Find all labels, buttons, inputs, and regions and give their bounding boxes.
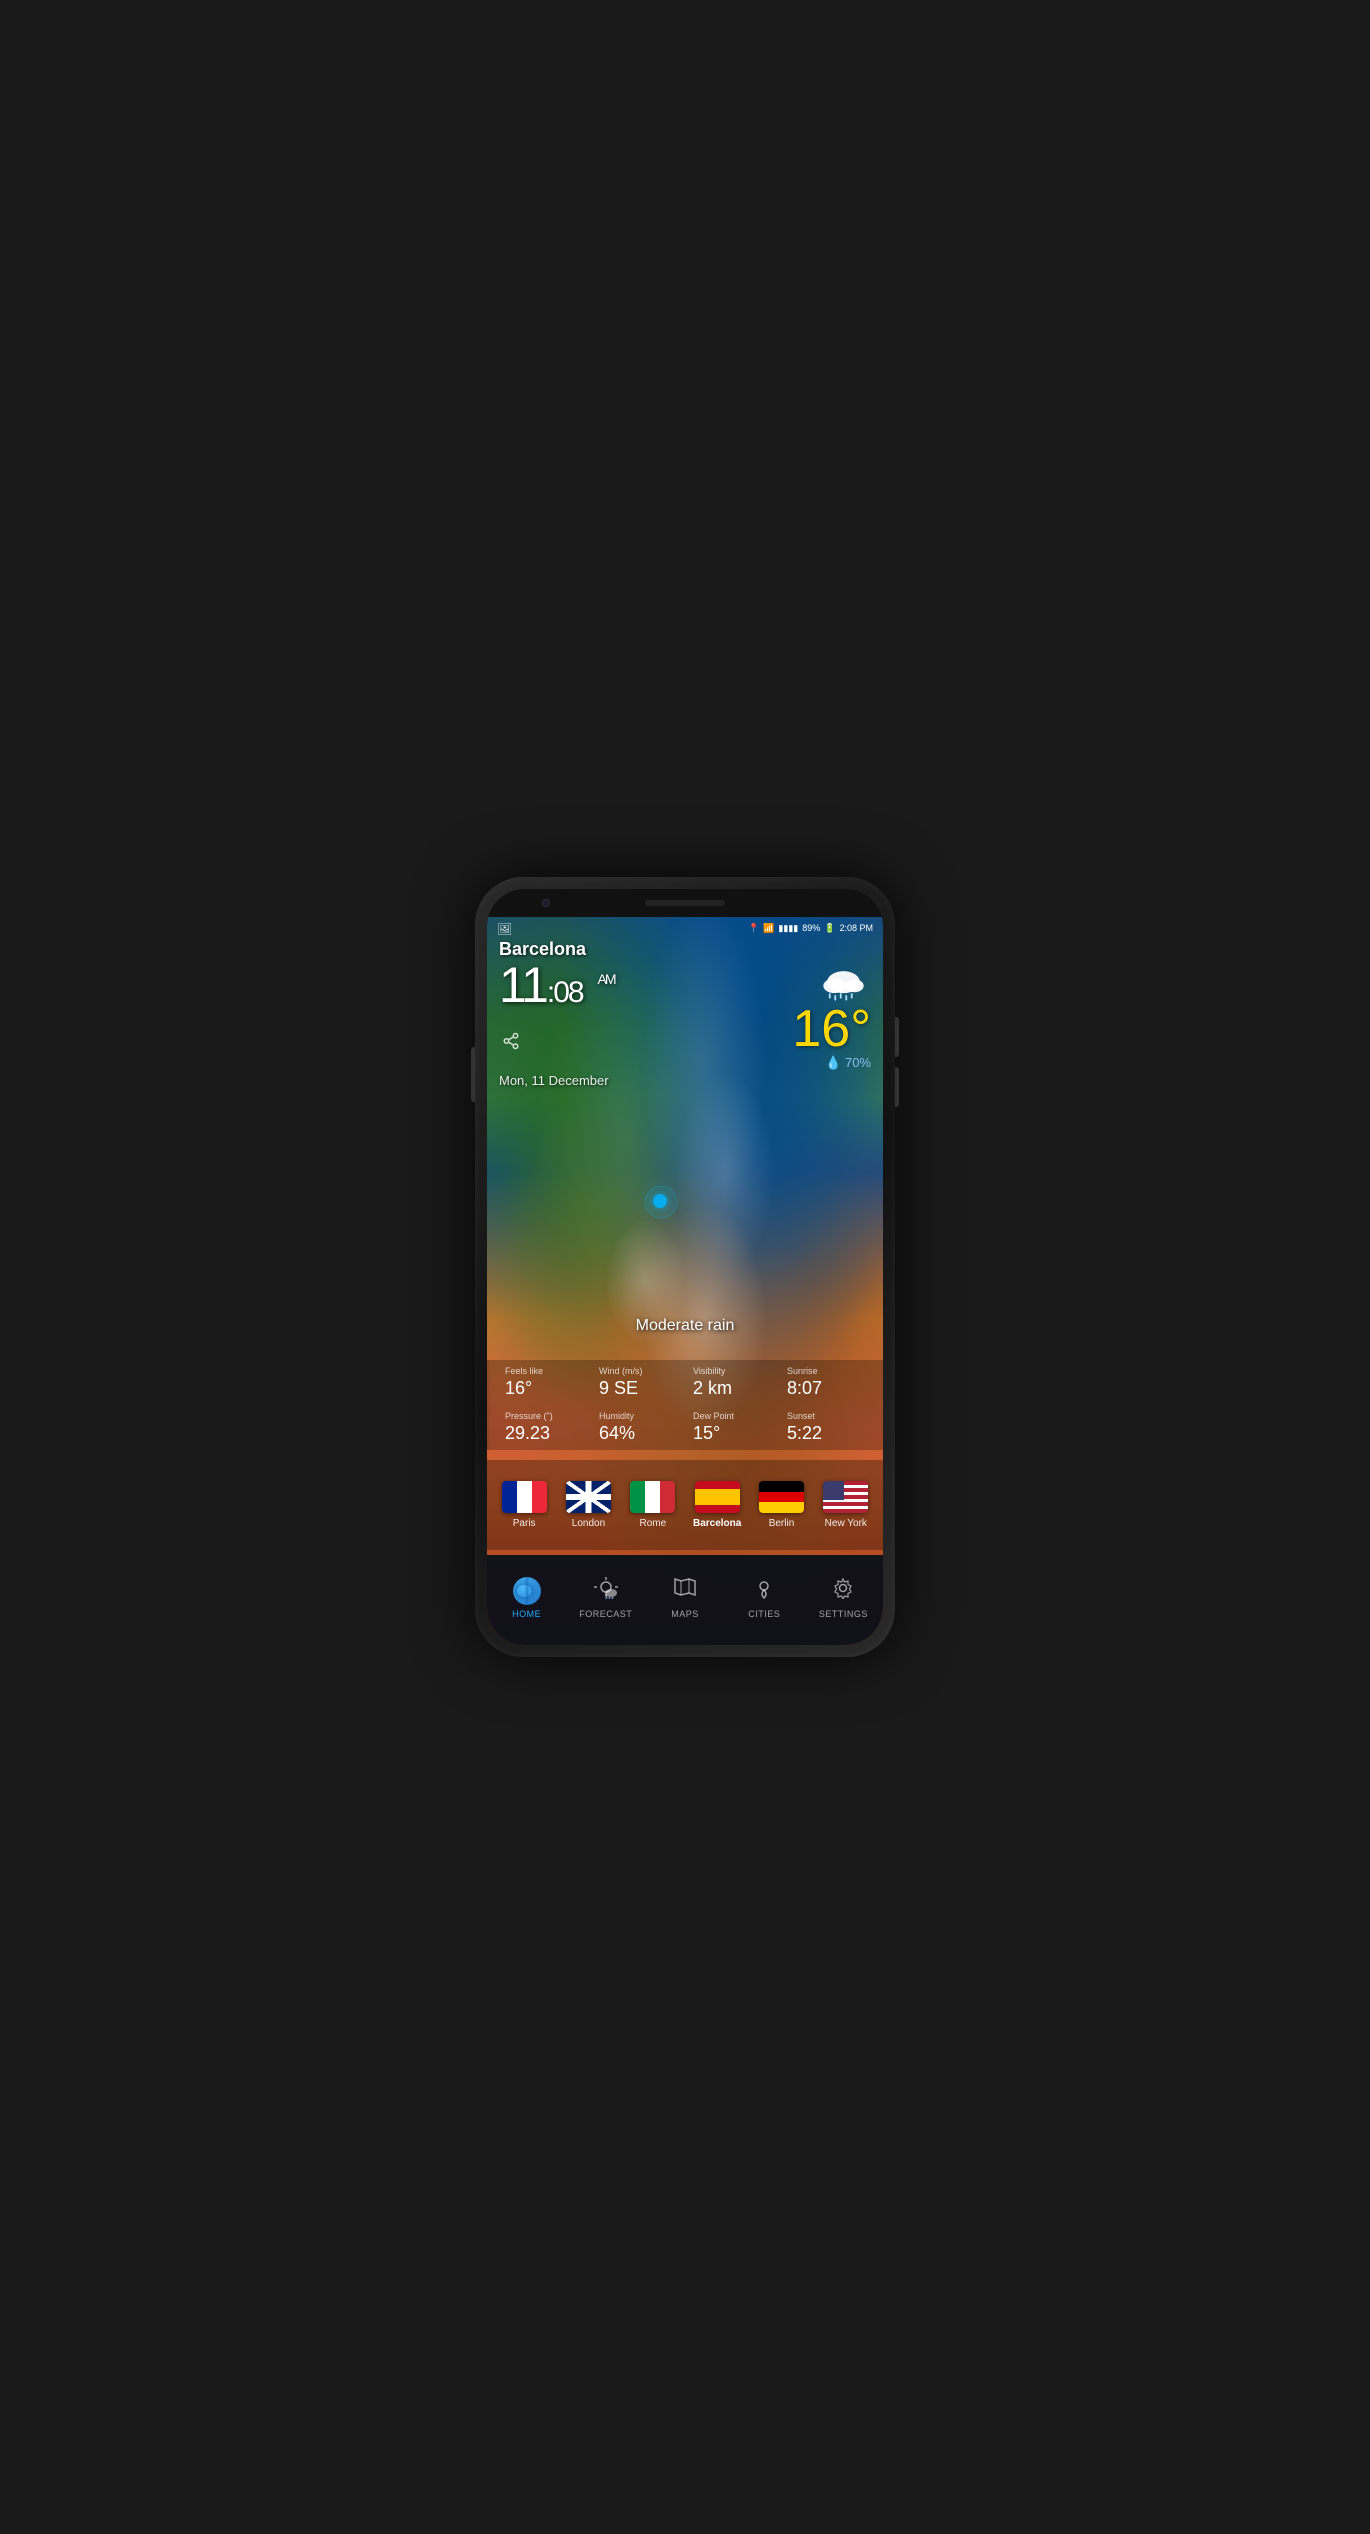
visibility-label: Visibility: [693, 1366, 771, 1376]
dew-point-label: Dew Point: [693, 1411, 771, 1421]
nav-settings-label: SETTINGS: [819, 1609, 868, 1619]
volume-down-button[interactable]: [895, 1067, 899, 1107]
pressure-stat: Pressure (") 29.23: [497, 1405, 591, 1450]
city-item-newyork[interactable]: New York: [814, 1481, 878, 1529]
wind-stat: Wind (m/s) 9 SE: [591, 1360, 685, 1405]
volume-up-button[interactable]: [895, 1017, 899, 1057]
nav-settings[interactable]: SETTINGS: [804, 1577, 883, 1619]
flag-newyork: [823, 1481, 868, 1513]
nav-cities[interactable]: CITIES: [725, 1577, 804, 1619]
wind-label: Wind (m/s): [599, 1366, 677, 1376]
image-icon: 🖼: [497, 922, 512, 936]
battery-percent: 89%: [802, 923, 820, 933]
nav-cities-label: CITIES: [748, 1609, 780, 1619]
flag-barcelona: [695, 1481, 740, 1513]
time-hours: 11: [499, 957, 547, 1013]
temperature-display: 16°: [792, 1003, 871, 1055]
rain-cloud-icon: [816, 965, 871, 1003]
status-bar: 📍 📶 ▮▮▮▮ 89% 🔋 2:08 PM: [487, 917, 883, 939]
city-item-rome[interactable]: Rome: [621, 1481, 685, 1529]
weather-top-section: Barcelona 11:08 AM: [499, 939, 871, 1088]
weather-right-panel: 16° 💧 70%: [792, 960, 871, 1071]
signal-icon: ▮▮▮▮: [778, 923, 798, 934]
nav-home[interactable]: HOME: [487, 1577, 566, 1619]
forecast-icon: [593, 1577, 619, 1605]
phone-top-bar: [487, 889, 883, 917]
feels-like-value: 16°: [505, 1378, 583, 1399]
location-dot: [653, 1194, 667, 1208]
cities-row: Paris London Rome: [487, 1460, 883, 1550]
phone-screen-frame: 📍 📶 ▮▮▮▮ 89% 🔋 2:08 PM 🖼 Barcelona 11:08…: [487, 889, 883, 1645]
pressure-label: Pressure ("): [505, 1411, 583, 1421]
sunset-value: 5:22: [787, 1423, 865, 1444]
city-item-london[interactable]: London: [556, 1481, 620, 1529]
city-name: Barcelona: [499, 939, 871, 960]
camera-dot: [542, 899, 550, 907]
flag-rome: [630, 1481, 675, 1513]
wind-value: 9 SE: [599, 1378, 677, 1399]
screen: 📍 📶 ▮▮▮▮ 89% 🔋 2:08 PM 🖼 Barcelona 11:08…: [487, 917, 883, 1645]
pressure-value: 29.23: [505, 1423, 583, 1444]
city-label-paris: Paris: [513, 1518, 536, 1529]
power-button[interactable]: [471, 1047, 475, 1102]
humidity-value: 64%: [599, 1423, 677, 1444]
visibility-stat: Visibility 2 km: [685, 1360, 779, 1405]
status-time: 2:08 PM: [839, 923, 873, 933]
share-icon[interactable]: [502, 1032, 520, 1055]
city-label-rome: Rome: [639, 1518, 666, 1529]
nav-maps-label: MAPS: [671, 1609, 699, 1619]
date-display: Mon, 11 December: [499, 1073, 871, 1088]
battery-icon: 🔋: [824, 923, 835, 934]
city-label-newyork: New York: [825, 1518, 867, 1529]
feels-like-label: Feels like: [505, 1366, 583, 1376]
sunset-label: Sunset: [787, 1411, 865, 1421]
phone-device: 📍 📶 ▮▮▮▮ 89% 🔋 2:08 PM 🖼 Barcelona 11:08…: [475, 877, 895, 1657]
city-item-berlin[interactable]: Berlin: [749, 1481, 813, 1529]
home-icon: [513, 1577, 541, 1605]
flag-paris: [502, 1481, 547, 1513]
sunrise-label: Sunrise: [787, 1366, 865, 1376]
flag-berlin: [759, 1481, 804, 1513]
flag-london: [566, 1481, 611, 1513]
location-icon: 📍: [748, 923, 759, 934]
speaker-bar: [645, 900, 725, 906]
weather-stats-grid: Feels like 16° Wind (m/s) 9 SE Visibilit…: [487, 1360, 883, 1450]
city-item-paris[interactable]: Paris: [492, 1481, 556, 1529]
dew-point-stat: Dew Point 15°: [685, 1405, 779, 1450]
nav-home-label: HOME: [512, 1609, 541, 1619]
weather-icon-area: [792, 965, 871, 1003]
wifi-icon: 📶: [763, 923, 774, 934]
weather-condition: Moderate rain: [487, 1317, 883, 1335]
humidity-label: Humidity: [599, 1411, 677, 1421]
city-item-barcelona[interactable]: Barcelona: [685, 1481, 749, 1529]
nav-forecast[interactable]: FORECAST: [566, 1577, 645, 1619]
visibility-value: 2 km: [693, 1378, 771, 1399]
humidity-stat: Humidity 64%: [591, 1405, 685, 1450]
sunset-stat: Sunset 5:22: [779, 1405, 873, 1450]
time-minutes: :08: [547, 976, 583, 1009]
nav-forecast-label: FORECAST: [579, 1609, 632, 1619]
dew-point-value: 15°: [693, 1423, 771, 1444]
maps-icon: [673, 1577, 697, 1605]
cities-icon: [752, 1577, 776, 1605]
time-ampm: AM: [598, 971, 615, 987]
city-label-berlin: Berlin: [769, 1518, 795, 1529]
settings-icon: [831, 1577, 855, 1605]
feels-like-stat: Feels like 16°: [497, 1360, 591, 1405]
city-label-barcelona: Barcelona: [693, 1518, 741, 1529]
nav-maps[interactable]: MAPS: [645, 1577, 724, 1619]
sunrise-stat: Sunrise 8:07: [779, 1360, 873, 1405]
bottom-navigation: HOME: [487, 1555, 883, 1645]
city-label-london: London: [572, 1518, 605, 1529]
sunrise-value: 8:07: [787, 1378, 865, 1399]
